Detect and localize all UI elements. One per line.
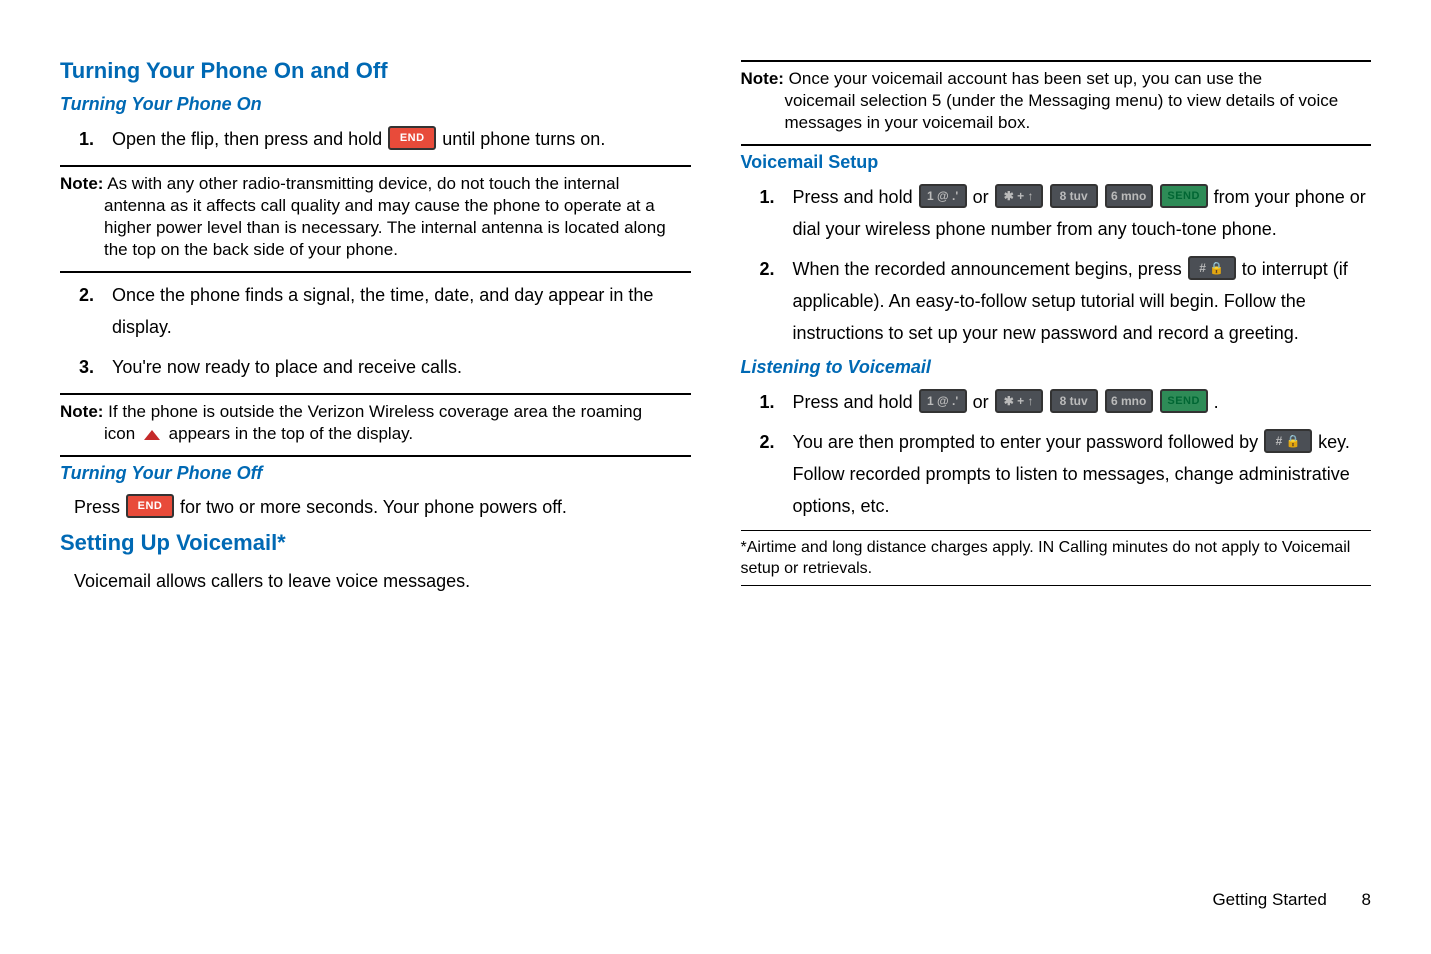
note-text: Once your voicemail account has been set…	[784, 69, 1262, 88]
step-text: .	[1214, 392, 1219, 412]
text: for two or more seconds. Your phone powe…	[180, 497, 567, 517]
key-pound-icon: # 🔒	[1188, 256, 1236, 280]
key-1-icon: 1 @ .'	[919, 184, 967, 208]
subheading-voicemail-setup: Voicemail Setup	[741, 152, 1372, 173]
step-text: Press and hold	[793, 187, 918, 207]
note-text: antenna as it affects call quality and m…	[104, 195, 691, 261]
footer-section: Getting Started	[1212, 890, 1326, 909]
step-3: 3. You're now ready to place and receive…	[72, 351, 691, 383]
divider	[741, 585, 1372, 586]
text: Press	[74, 497, 125, 517]
step-1: 1. Open the flip, then press and hold EN…	[72, 123, 691, 155]
step-number: 2.	[753, 426, 793, 522]
send-key-icon: SEND	[1160, 389, 1208, 413]
right-column: Note: Once your voicemail account has be…	[741, 50, 1372, 596]
key-star-icon: ✱ + ↑	[995, 389, 1043, 413]
step-text: Open the flip, then press and hold	[112, 129, 387, 149]
step-number: 1.	[753, 181, 793, 245]
steps-turn-on-cont: 2. Once the phone finds a signal, the ti…	[72, 279, 691, 383]
key-star-icon: ✱ + ↑	[995, 184, 1043, 208]
end-key-icon: END	[388, 126, 436, 150]
divider	[60, 455, 691, 457]
step-2: 2. Once the phone finds a signal, the ti…	[72, 279, 691, 343]
step-2: 2. You are then prompted to enter your p…	[753, 426, 1372, 522]
step-2: 2. When the recorded announcement begins…	[753, 253, 1372, 349]
step-number: 2.	[72, 279, 112, 343]
left-column: Turning Your Phone On and Off Turning Yo…	[60, 50, 691, 596]
steps-voicemail-setup: 1. Press and hold 1 @ .' or ✱ + ↑ 8 tuv …	[753, 181, 1372, 349]
step-text: Press and hold	[793, 392, 918, 412]
subheading-turning-off: Turning Your Phone Off	[60, 463, 691, 484]
heading-turning-on-off: Turning Your Phone On and Off	[60, 58, 691, 84]
turn-off-text: Press END for two or more seconds. Your …	[74, 492, 691, 522]
divider	[741, 60, 1372, 62]
note-roaming: Note: If the phone is outside the Verizo…	[60, 401, 691, 445]
send-key-icon: SEND	[1160, 184, 1208, 208]
heading-setting-up-voicemail: Setting Up Voicemail*	[60, 530, 691, 556]
note-label: Note:	[741, 69, 784, 88]
key-6-icon: 6 mno	[1105, 389, 1153, 413]
steps-turn-on: 1. Open the flip, then press and hold EN…	[72, 123, 691, 155]
note-label: Note:	[60, 174, 103, 193]
note-voicemail-account: Note: Once your voicemail account has be…	[741, 68, 1372, 134]
key-8-icon: 8 tuv	[1050, 184, 1098, 208]
end-key-icon: END	[126, 494, 174, 518]
note-text: As with any other radio-transmitting dev…	[103, 174, 619, 193]
steps-listen-voicemail: 1. Press and hold 1 @ .' or ✱ + ↑ 8 tuv …	[753, 386, 1372, 522]
step-text: You're now ready to place and receive ca…	[112, 351, 691, 383]
step-number: 1.	[72, 123, 112, 155]
divider	[741, 144, 1372, 146]
step-1: 1. Press and hold 1 @ .' or ✱ + ↑ 8 tuv …	[753, 386, 1372, 418]
step-text: or	[973, 187, 994, 207]
step-number: 2.	[753, 253, 793, 349]
divider	[741, 530, 1372, 531]
key-6-icon: 6 mno	[1105, 184, 1153, 208]
step-text: or	[973, 392, 994, 412]
note-text: appears in the top of the display.	[169, 424, 413, 443]
page-number: 8	[1362, 890, 1371, 909]
note-text: If the phone is outside the Verizon Wire…	[103, 402, 642, 421]
step-text: You are then prompted to enter your pass…	[793, 432, 1264, 452]
subheading-listening-voicemail: Listening to Voicemail	[741, 357, 1372, 378]
key-1-icon: 1 @ .'	[919, 389, 967, 413]
step-text: When the recorded announcement begins, p…	[793, 259, 1187, 279]
note-antenna: Note: As with any other radio-transmitti…	[60, 173, 691, 261]
airtime-footnote: *Airtime and long distance charges apply…	[741, 537, 1372, 579]
step-number: 1.	[753, 386, 793, 418]
note-text: icon	[104, 424, 140, 443]
subheading-turning-on: Turning Your Phone On	[60, 94, 691, 115]
step-text: until phone turns on.	[442, 129, 605, 149]
divider	[60, 165, 691, 167]
step-1: 1. Press and hold 1 @ .' or ✱ + ↑ 8 tuv …	[753, 181, 1372, 245]
step-number: 3.	[72, 351, 112, 383]
note-text: voicemail selection 5 (under the Messagi…	[785, 90, 1372, 134]
page-footer: Getting Started 8	[1212, 890, 1371, 910]
divider	[60, 271, 691, 273]
step-text: Once the phone finds a signal, the time,…	[112, 279, 691, 343]
note-label: Note:	[60, 402, 103, 421]
key-pound-icon: # 🔒	[1264, 429, 1312, 453]
key-8-icon: 8 tuv	[1050, 389, 1098, 413]
roaming-icon	[144, 430, 160, 440]
divider	[60, 393, 691, 395]
voicemail-intro: Voicemail allows callers to leave voice …	[74, 566, 691, 596]
